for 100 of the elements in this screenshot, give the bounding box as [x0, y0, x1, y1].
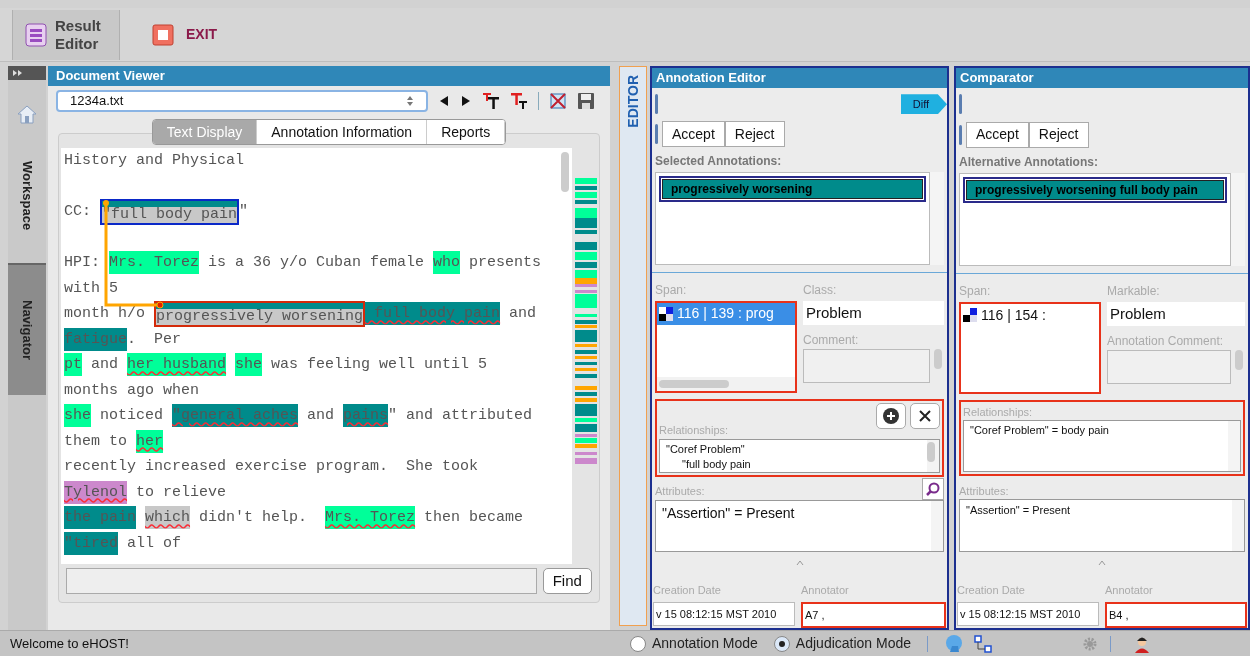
- action-button[interactable]: Reject: [1028, 121, 1089, 148]
- sidebar-tab[interactable]: Navigator: [8, 263, 46, 395]
- file-dropdown[interactable]: 1234a.txt: [56, 90, 428, 112]
- document-text: and: [90, 356, 120, 373]
- drag-handle[interactable]: [655, 94, 658, 115]
- save-icon: [577, 92, 595, 110]
- document-text: ": [239, 203, 249, 220]
- search-button[interactable]: [922, 477, 944, 500]
- annotation-highlight[interactable]: her husband: [127, 353, 227, 376]
- comment-field[interactable]: [1107, 350, 1231, 385]
- field-label: Creation Date: [957, 582, 1026, 598]
- document-text: all of: [126, 534, 182, 552]
- annotation-highlight[interactable]: which: [145, 506, 191, 529]
- document-text: HPI:: [64, 254, 101, 271]
- scrollbar-track[interactable]: [1228, 421, 1240, 471]
- status-message: Welcome to eHOST!: [10, 634, 130, 653]
- annotation-highlight[interactable]: progressively worsening: [154, 301, 366, 327]
- field-label: Span:: [959, 283, 992, 301]
- annotation-highlight[interactable]: Mrs. Torez: [109, 251, 200, 274]
- scrollbar-track[interactable]: [1232, 500, 1244, 551]
- checker-icon: [659, 306, 673, 321]
- relationship-item[interactable]: "Coref Problem": [666, 441, 921, 457]
- comment-field[interactable]: [803, 348, 930, 383]
- scrollbar-track[interactable]: [1231, 173, 1245, 267]
- scrollbar-track[interactable]: [931, 500, 943, 551]
- document-text: " and attributed: [388, 407, 533, 424]
- annotator-field: B4 ,: [1105, 602, 1247, 628]
- field-label: Relationships:: [659, 423, 729, 439]
- annotation-highlight[interactable]: Mrs. Torez: [325, 506, 416, 529]
- cross-out-icon: [549, 92, 567, 110]
- scrollbar-thumb[interactable]: [659, 379, 729, 388]
- field-label: Relationships:: [963, 404, 1033, 420]
- annotation-highlight[interactable]: she: [235, 353, 263, 376]
- annotator-field: A7 ,: [801, 602, 946, 628]
- action-button[interactable]: Accept: [966, 121, 1029, 148]
- relationship-item[interactable]: "full body pain: [666, 456, 921, 472]
- document-icon: [25, 22, 47, 47]
- exit-button[interactable]: EXIT: [144, 14, 226, 55]
- scrollbar-track[interactable]: [927, 439, 939, 472]
- span-item[interactable]: 116 | 139 : prog: [657, 302, 795, 325]
- date-field: v 15 08:12:15 MST 2010: [653, 602, 795, 626]
- find-button[interactable]: Find: [542, 568, 592, 594]
- scrollbar-track[interactable]: [930, 172, 944, 265]
- diff-button[interactable]: Diff: [901, 94, 947, 115]
- field-label: Comment:: [803, 331, 860, 349]
- mode-radio[interactable]: Annotation Mode: [630, 633, 758, 654]
- document-text: noticed: [99, 407, 165, 424]
- head-icon: [944, 633, 965, 654]
- annotation-highlight[interactable]: who: [433, 251, 461, 274]
- date-field: v 15 08:12:15 MST 2010: [957, 602, 1099, 626]
- plus-icon: [883, 407, 899, 424]
- document-text: month h/o: [64, 305, 146, 322]
- close-button[interactable]: [910, 402, 940, 429]
- list-label: Alternative Annotations:: [958, 154, 1099, 172]
- collapse-icon: [1098, 559, 1106, 566]
- action-button[interactable]: Accept: [662, 121, 725, 148]
- drag-handle[interactable]: [959, 124, 962, 145]
- document-text: with 5: [64, 279, 118, 297]
- annotation-highlight[interactable]: pt: [64, 353, 82, 376]
- scrollbar-thumb[interactable]: [934, 348, 942, 369]
- drag-handle[interactable]: [959, 94, 962, 115]
- document-text: and: [306, 407, 336, 424]
- result-editor-button[interactable]: Result Editor: [12, 9, 120, 60]
- field-label: Annotation Comment:: [1107, 333, 1225, 351]
- text-size-increase-icon: [482, 92, 500, 110]
- house-icon: [16, 104, 38, 124]
- annotation-highlight[interactable]: she: [64, 404, 91, 427]
- expand-icon: [12, 69, 24, 77]
- field-label: Attributes:: [655, 484, 705, 500]
- field-label: Attributes:: [959, 483, 1009, 499]
- document-text: CC:: [64, 203, 92, 220]
- class-field: Problem: [803, 300, 944, 325]
- find-field[interactable]: [66, 568, 537, 594]
- document-text: then became: [423, 509, 524, 526]
- panel-title: Comparator: [956, 68, 1248, 88]
- document-text: to relieve: [135, 483, 227, 501]
- document-text: didn't help.: [198, 509, 309, 526]
- panel-title: Document Viewer: [48, 66, 610, 86]
- scrollbar-thumb[interactable]: [1235, 350, 1243, 371]
- document-text: them to: [64, 432, 128, 450]
- document-text: History and Physical: [64, 152, 245, 169]
- annotation-item[interactable]: progressively worsening full body pain: [963, 177, 1227, 204]
- annotation-highlight[interactable]: her: [136, 429, 164, 453]
- settings-icon: [1082, 635, 1099, 652]
- class-field: Problem: [1107, 302, 1245, 327]
- add-button[interactable]: [876, 402, 906, 429]
- panel-title: Annotation Editor: [652, 68, 947, 88]
- scrollbar-thumb[interactable]: [927, 441, 935, 462]
- search-icon: [926, 481, 940, 496]
- action-button[interactable]: Reject: [724, 121, 785, 148]
- annotation-item[interactable]: progressively worsening: [659, 176, 926, 203]
- mode-radio[interactable]: Adjudication Mode: [773, 633, 912, 654]
- field-label: Annotator: [801, 582, 850, 598]
- previous-icon: [438, 95, 450, 107]
- document-text: was feeling well until 5: [270, 356, 488, 373]
- network-icon: [974, 634, 993, 653]
- drag-handle[interactable]: [655, 124, 658, 145]
- editor-tab[interactable]: EDITOR: [622, 75, 644, 128]
- document-text: and: [508, 305, 537, 322]
- scrollbar-thumb[interactable]: [561, 152, 570, 192]
